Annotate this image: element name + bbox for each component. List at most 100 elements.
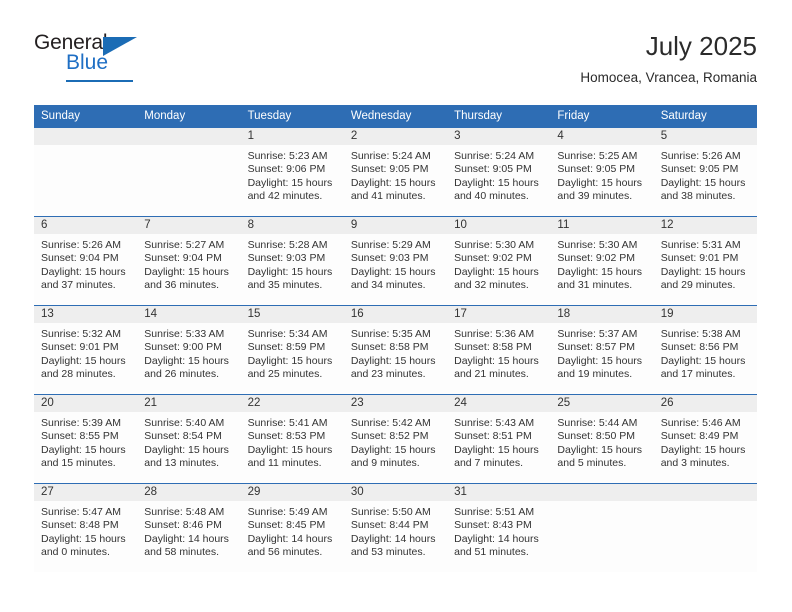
sunrise-text: Sunrise: 5:34 AM	[247, 328, 328, 340]
day-details: Sunrise: 5:38 AM Sunset: 8:56 PM Daylight:…	[654, 323, 757, 382]
day-details: Sunrise: 5:30 AM Sunset: 9:02 PM Daylight:…	[550, 234, 653, 293]
calendar-day-cell[interactable]: 7 Sunrise: 5:27 AM Sunset: 9:04 PM Daylight…	[137, 216, 241, 306]
day-cell-inner: 4 Sunrise: 5:25 AM Sunset: 9:05 PM Daylight…	[550, 128, 654, 216]
calendar-day-cell[interactable]: 31 Sunrise: 5:51 AM Sunset: 8:43 PM Dayligh…	[447, 483, 551, 572]
daylight-text-line1: Daylight: 15 hours	[41, 532, 126, 545]
calendar-day-cell[interactable]: 17 Sunrise: 5:36 AM Sunset: 8:58 PM Dayligh…	[447, 305, 551, 395]
daylight-text-line1: Daylight: 15 hours	[660, 265, 746, 278]
sunset-text: Sunset: 9:05 PM	[454, 163, 532, 176]
calendar-day-cell[interactable]: 27 Sunrise: 5:47 AM Sunset: 8:48 PM Dayligh…	[34, 483, 138, 572]
sunrise-text: Sunrise: 5:36 AM	[454, 328, 535, 340]
sunrise-text: Sunrise: 5:40 AM	[144, 417, 225, 429]
sunrise-text: Sunrise: 5:31 AM	[660, 239, 741, 251]
calendar-day-cell[interactable]: 24 Sunrise: 5:43 AM Sunset: 8:51 PM Dayligh…	[447, 394, 551, 484]
day-number: 12	[653, 217, 757, 234]
logo-underline	[66, 80, 133, 82]
day-details: Sunrise: 5:36 AM Sunset: 8:58 PM Daylight:…	[447, 323, 550, 382]
weekday-header-sunday: Sunday	[34, 105, 138, 128]
day-cell-inner: 1 Sunrise: 5:23 AM Sunset: 9:06 PM Daylight…	[240, 128, 344, 216]
calendar-day-cell[interactable]: 10 Sunrise: 5:30 AM Sunset: 9:02 PM Dayligh…	[447, 216, 551, 306]
day-details: Sunrise: 5:37 AM Sunset: 8:57 PM Daylight:…	[550, 323, 653, 382]
daylight-text-line2: and 39 minutes.	[557, 190, 633, 203]
daylight-text-line2: and 51 minutes.	[454, 546, 529, 559]
day-cell-inner: 15 Sunrise: 5:34 AM Sunset: 8:59 PM Dayligh…	[240, 306, 344, 394]
daylight-text-line2: and 41 minutes.	[350, 190, 426, 203]
day-cell-inner: 30 Sunrise: 5:50 AM Sunset: 8:44 PM Dayligh…	[343, 484, 448, 572]
daylight-text-line2: and 17 minutes.	[660, 368, 736, 381]
weekday-header-tuesday: Tuesday	[240, 105, 344, 128]
day-number	[34, 128, 138, 145]
weekday-header-thursday: Thursday	[447, 105, 551, 128]
day-cell-inner: 16 Sunrise: 5:35 AM Sunset: 8:58 PM Dayligh…	[343, 306, 448, 394]
day-cell-inner: 17 Sunrise: 5:36 AM Sunset: 8:58 PM Dayligh…	[447, 306, 551, 394]
day-details: Sunrise: 5:39 AM Sunset: 8:55 PM Daylight:…	[34, 412, 137, 471]
daylight-text-line2: and 11 minutes.	[247, 457, 322, 470]
sunrise-text: Sunrise: 5:39 AM	[41, 417, 121, 429]
calendar-day-cell[interactable]: 16 Sunrise: 5:35 AM Sunset: 8:58 PM Dayligh…	[343, 305, 448, 395]
sunset-text: Sunset: 8:45 PM	[247, 519, 326, 532]
daylight-text-line2: and 53 minutes.	[350, 546, 426, 559]
calendar-day-cell[interactable]: 23 Sunrise: 5:42 AM Sunset: 8:52 PM Dayligh…	[343, 394, 448, 484]
calendar-day-cell[interactable]: 1 Sunrise: 5:23 AM Sunset: 9:06 PM Daylight…	[240, 128, 344, 217]
calendar-day-cell[interactable]: 8 Sunrise: 5:28 AM Sunset: 9:03 PM Daylight…	[240, 216, 344, 306]
calendar-day-cell[interactable]: 6 Sunrise: 5:26 AM Sunset: 9:04 PM Daylight…	[34, 216, 138, 306]
sunset-text: Sunset: 9:04 PM	[144, 252, 222, 265]
calendar-day-cell[interactable]: 12 Sunrise: 5:31 AM Sunset: 9:01 PM Dayligh…	[653, 216, 757, 306]
calendar-week-row: 13 Sunrise: 5:32 AM Sunset: 9:01 PM Dayligh…	[34, 305, 757, 395]
sunset-text: Sunset: 9:04 PM	[41, 252, 119, 265]
sunset-text: Sunset: 8:43 PM	[454, 519, 532, 532]
day-details: Sunrise: 5:26 AM Sunset: 9:04 PM Daylight:…	[34, 234, 137, 293]
calendar-day-cell[interactable]: 2 Sunrise: 5:24 AM Sunset: 9:05 PM Daylight…	[343, 128, 448, 217]
calendar-day-cell[interactable]: 14 Sunrise: 5:33 AM Sunset: 9:00 PM Dayligh…	[137, 305, 241, 395]
calendar-day-cell[interactable]: 4 Sunrise: 5:25 AM Sunset: 9:05 PM Daylight…	[550, 128, 654, 217]
calendar-day-cell[interactable]: 13 Sunrise: 5:32 AM Sunset: 9:01 PM Dayligh…	[34, 305, 138, 395]
day-number: 5	[653, 128, 757, 145]
calendar-day-cell[interactable]: 26 Sunrise: 5:46 AM Sunset: 8:49 PM Dayligh…	[653, 394, 757, 484]
day-details: Sunrise: 5:51 AM Sunset: 8:43 PM Daylight:…	[447, 501, 550, 560]
calendar-week-row: 20 Sunrise: 5:39 AM Sunset: 8:55 PM Dayligh…	[34, 394, 757, 484]
daylight-text-line2: and 31 minutes.	[557, 279, 633, 292]
calendar-day-cell[interactable]: 21 Sunrise: 5:40 AM Sunset: 8:54 PM Dayligh…	[137, 394, 241, 484]
calendar-day-cell[interactable]: 9 Sunrise: 5:29 AM Sunset: 9:03 PM Daylight…	[343, 216, 448, 306]
calendar-day-cell[interactable]: 30 Sunrise: 5:50 AM Sunset: 8:44 PM Dayligh…	[343, 483, 448, 572]
daylight-text-line1: Daylight: 15 hours	[557, 176, 643, 189]
day-cell-inner	[550, 484, 654, 572]
calendar-day-cell[interactable]: 18 Sunrise: 5:37 AM Sunset: 8:57 PM Dayligh…	[550, 305, 654, 395]
sunset-text: Sunset: 8:46 PM	[144, 519, 222, 532]
calendar-day-cell[interactable]: 15 Sunrise: 5:34 AM Sunset: 8:59 PM Dayligh…	[240, 305, 344, 395]
daylight-text-line2: and 34 minutes.	[350, 279, 426, 292]
daylight-text-line1: Daylight: 15 hours	[350, 265, 436, 278]
day-number: 1	[240, 128, 344, 145]
day-details: Sunrise: 5:50 AM Sunset: 8:44 PM Daylight:…	[344, 501, 447, 560]
calendar-day-cell[interactable]: 5 Sunrise: 5:26 AM Sunset: 9:05 PM Daylight…	[653, 128, 757, 217]
sunset-text: Sunset: 8:53 PM	[247, 430, 326, 443]
calendar-day-cell[interactable]: 19 Sunrise: 5:38 AM Sunset: 8:56 PM Dayligh…	[653, 305, 757, 395]
day-cell-inner: 23 Sunrise: 5:42 AM Sunset: 8:52 PM Dayligh…	[343, 395, 448, 483]
day-number: 8	[240, 217, 344, 234]
calendar-day-cell[interactable]: 11 Sunrise: 5:30 AM Sunset: 9:02 PM Dayligh…	[550, 216, 654, 306]
daylight-text-line1: Daylight: 15 hours	[454, 443, 539, 456]
calendar-day-cell[interactable]: 25 Sunrise: 5:44 AM Sunset: 8:50 PM Dayligh…	[550, 394, 654, 484]
sunrise-text: Sunrise: 5:26 AM	[660, 150, 741, 162]
day-details: Sunrise: 5:32 AM Sunset: 9:01 PM Daylight:…	[34, 323, 137, 382]
sunset-text: Sunset: 8:51 PM	[454, 430, 532, 443]
calendar-week-row: 1 Sunrise: 5:23 AM Sunset: 9:06 PM Daylight…	[34, 128, 757, 217]
daylight-text-line1: Daylight: 15 hours	[350, 176, 436, 189]
weekday-header-monday: Monday	[137, 105, 241, 128]
sunset-text: Sunset: 9:01 PM	[41, 341, 119, 354]
day-details: Sunrise: 5:24 AM Sunset: 9:05 PM Daylight:…	[447, 145, 550, 204]
day-cell-inner: 6 Sunrise: 5:26 AM Sunset: 9:04 PM Daylight…	[34, 217, 138, 305]
calendar-day-cell-empty	[34, 128, 138, 217]
day-number	[653, 484, 757, 501]
calendar-day-cell[interactable]: 20 Sunrise: 5:39 AM Sunset: 8:55 PM Dayligh…	[34, 394, 138, 484]
calendar-day-cell[interactable]: 3 Sunrise: 5:24 AM Sunset: 9:05 PM Daylight…	[447, 128, 551, 217]
daylight-text-line2: and 3 minutes.	[660, 457, 730, 470]
day-number: 16	[343, 306, 448, 323]
calendar-day-cell[interactable]: 28 Sunrise: 5:48 AM Sunset: 8:46 PM Dayligh…	[137, 483, 241, 572]
calendar-day-cell[interactable]: 22 Sunrise: 5:41 AM Sunset: 8:53 PM Dayligh…	[240, 394, 344, 484]
generalblue-logo[interactable]: General Blue	[34, 32, 164, 84]
sunset-text: Sunset: 9:02 PM	[454, 252, 532, 265]
day-number	[550, 484, 654, 501]
calendar-day-cell[interactable]: 29 Sunrise: 5:49 AM Sunset: 8:45 PM Dayligh…	[240, 483, 344, 572]
day-cell-inner: 29 Sunrise: 5:49 AM Sunset: 8:45 PM Dayligh…	[240, 484, 344, 572]
